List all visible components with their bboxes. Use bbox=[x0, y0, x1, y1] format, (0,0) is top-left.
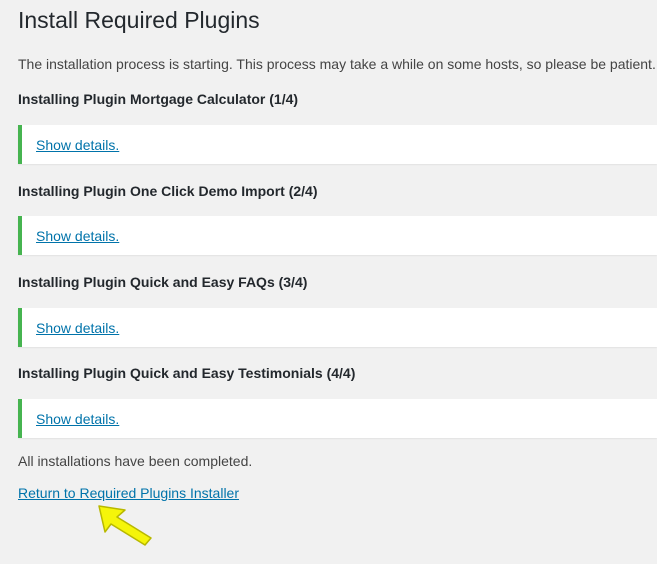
show-details-link-4[interactable]: Show details. bbox=[36, 410, 119, 428]
plugin-notice-3: Show details. bbox=[18, 308, 657, 347]
plugin-notice-4: Show details. bbox=[18, 399, 657, 438]
plugin-heading-4: Installing Plugin Quick and Easy Testimo… bbox=[18, 365, 356, 381]
show-details-link-1[interactable]: Show details. bbox=[36, 136, 119, 154]
install-plugins-page: Install Required Plugins The installatio… bbox=[0, 0, 657, 564]
show-details-link-2[interactable]: Show details. bbox=[36, 227, 119, 245]
completion-message: All installations have been completed. bbox=[18, 453, 253, 469]
plugin-heading-1: Installing Plugin Mortgage Calculator (1… bbox=[18, 91, 299, 107]
show-details-link-3[interactable]: Show details. bbox=[36, 319, 119, 337]
yellow-arrow-icon bbox=[98, 505, 152, 546]
plugin-notice-1: Show details. bbox=[18, 125, 657, 164]
intro-text: The installation process is starting. Th… bbox=[18, 56, 656, 72]
plugin-notice-2: Show details. bbox=[18, 216, 657, 255]
page-title: Install Required Plugins bbox=[18, 7, 260, 33]
plugin-heading-2: Installing Plugin One Click Demo Import … bbox=[18, 183, 318, 199]
plugin-heading-3: Installing Plugin Quick and Easy FAQs (3… bbox=[18, 274, 308, 290]
